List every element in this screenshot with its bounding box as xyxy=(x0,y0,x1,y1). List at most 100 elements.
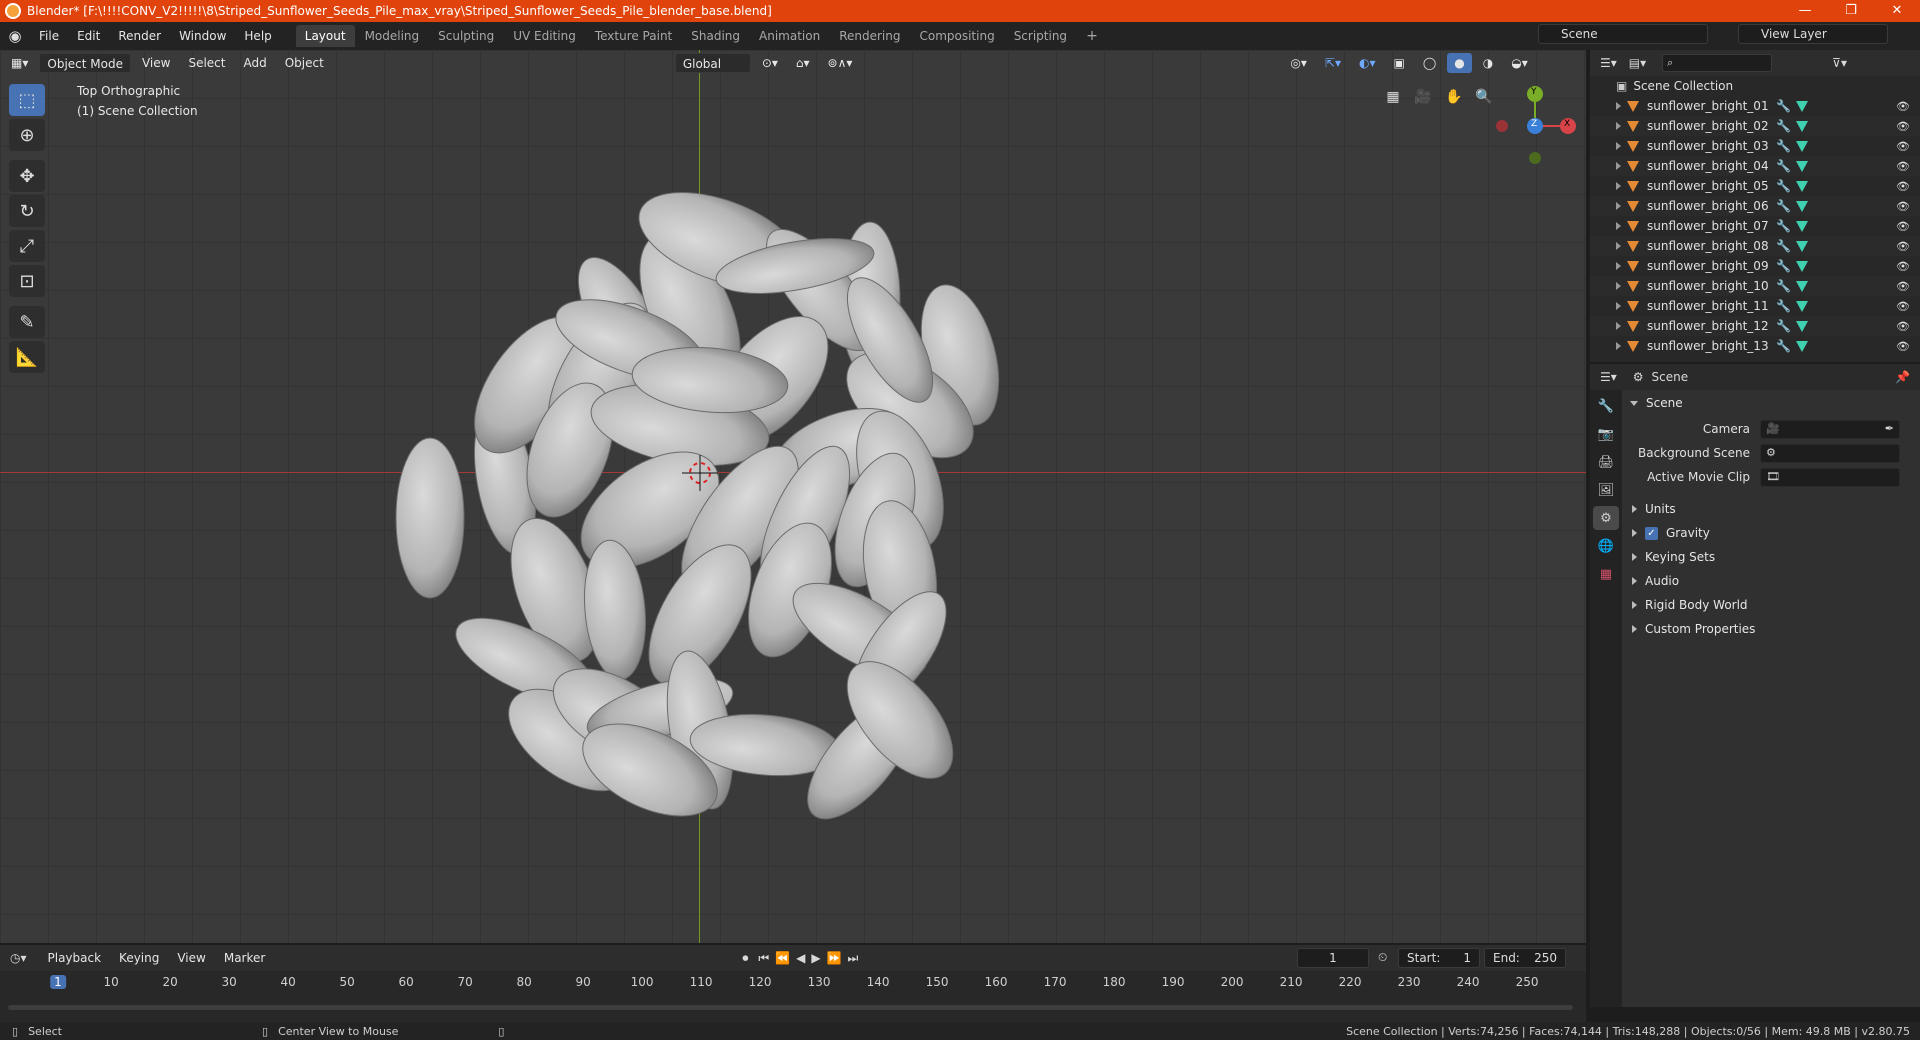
play-icon[interactable]: ▶ xyxy=(811,951,820,965)
close-button[interactable]: ✕ xyxy=(1874,0,1920,22)
overlays-icon[interactable]: ◐▾ xyxy=(1352,53,1383,73)
clock-icon[interactable]: ⏲ xyxy=(1378,950,1387,965)
tab-sculpting[interactable]: Sculpting xyxy=(429,25,503,47)
menu-render[interactable]: Render xyxy=(109,24,170,48)
jump-keyframe-back-icon[interactable]: ⏪ xyxy=(775,951,790,965)
modifier-icon[interactable]: 🔧 xyxy=(1776,159,1791,173)
world-tab-icon[interactable]: 🌐 xyxy=(1593,534,1619,558)
outliner-item[interactable]: sunflower_bright_12 🔧 👁 xyxy=(1590,316,1920,336)
tab-compositing[interactable]: Compositing xyxy=(910,25,1003,47)
outliner-item[interactable]: sunflower_bright_08 🔧 👁 xyxy=(1590,236,1920,256)
outliner-item[interactable]: sunflower_bright_02 🔧 👁 xyxy=(1590,116,1920,136)
keying-sets-panel-header[interactable]: Keying Sets xyxy=(1622,546,1920,568)
timeline-menu-keying[interactable]: Keying xyxy=(112,948,166,968)
viewport-menu-object[interactable]: Object xyxy=(278,53,331,73)
outliner-item[interactable]: sunflower_bright_01 🔧 👁 xyxy=(1590,96,1920,116)
shading-material-icon[interactable]: ◑ xyxy=(1476,53,1500,73)
mesh-data-icon[interactable] xyxy=(1796,280,1808,292)
mesh-data-icon[interactable] xyxy=(1796,140,1808,152)
modifier-icon[interactable]: 🔧 xyxy=(1776,339,1791,353)
current-frame-field[interactable]: 1 xyxy=(1297,948,1369,968)
active-movie-clip-field[interactable]: 🎞 xyxy=(1760,467,1900,487)
transform-icon[interactable]: ⊡ xyxy=(9,265,45,297)
transform-orientation-selector[interactable]: Global xyxy=(674,53,751,73)
start-frame-field[interactable]: Start: 1 xyxy=(1398,948,1480,968)
eye-icon[interactable]: 👁 xyxy=(1896,300,1910,313)
outliner-scene-collection[interactable]: ▣ Scene Collection xyxy=(1590,76,1920,96)
timeline-scrollbar[interactable] xyxy=(8,1005,1573,1010)
outliner-editor-icon[interactable]: ☰▾ xyxy=(1600,56,1617,70)
outliner-item[interactable]: sunflower_bright_06 🔧 👁 xyxy=(1590,196,1920,216)
outliner-search-input[interactable]: ⌕ xyxy=(1662,54,1773,72)
outliner-item[interactable]: sunflower_bright_11 🔧 👁 xyxy=(1590,296,1920,316)
mesh-data-icon[interactable] xyxy=(1796,100,1808,112)
gravity-checkbox[interactable]: ✓ xyxy=(1645,526,1658,540)
mesh-data-icon[interactable] xyxy=(1796,260,1808,272)
rotate-icon[interactable]: ↻ xyxy=(9,195,45,227)
mesh-data-icon[interactable] xyxy=(1796,320,1808,332)
modifier-icon[interactable]: 🔧 xyxy=(1776,139,1791,153)
outliner-item[interactable]: sunflower_bright_07 🔧 👁 xyxy=(1590,216,1920,236)
toggle-camera-grid-icon[interactable]: ▦ xyxy=(1380,84,1406,110)
output-tab-icon[interactable]: 🖨 xyxy=(1593,450,1619,474)
jump-keyframe-forward-icon[interactable]: ⏩ xyxy=(827,951,842,965)
eye-icon[interactable]: 👁 xyxy=(1896,120,1910,133)
maximize-button[interactable]: ❐ xyxy=(1828,0,1874,22)
outliner-item[interactable]: sunflower_bright_10 🔧 👁 xyxy=(1590,276,1920,296)
eye-icon[interactable]: 👁 xyxy=(1896,100,1910,113)
view-layer-selector[interactable]: View Layer xyxy=(1738,24,1888,44)
shading-wireframe-icon[interactable]: ◯ xyxy=(1416,53,1443,73)
pivot-point-icon[interactable]: ⊙▾ xyxy=(755,53,785,73)
mesh-data-icon[interactable] xyxy=(1796,340,1808,352)
filter-icon[interactable]: ⊽▾ xyxy=(1832,56,1847,70)
properties-editor-icon[interactable]: ☰▾ xyxy=(1600,370,1617,384)
shading-solid-icon[interactable]: ● xyxy=(1447,53,1472,73)
menu-file[interactable]: File xyxy=(30,24,68,48)
scene-tab-icon[interactable]: ⚙ xyxy=(1593,506,1619,530)
pin-icon[interactable]: 📌 xyxy=(1895,370,1910,384)
timeline-ruler[interactable]: 1 10 20 30 40 50 60 70 80 90 100 110 120 130 140 150 160… xyxy=(0,973,1586,993)
tool-settings-tab-icon[interactable]: 🔧 xyxy=(1593,394,1619,418)
timeline-menu-view[interactable]: View xyxy=(170,948,212,968)
viewport-menu-add[interactable]: Add xyxy=(236,53,273,73)
gizmo-toggle-icon[interactable]: ⇱▾ xyxy=(1318,53,1348,73)
modifier-icon[interactable]: 🔧 xyxy=(1776,299,1791,313)
timeline-menu-playback[interactable]: Playback xyxy=(41,948,109,968)
units-panel-header[interactable]: Units xyxy=(1622,498,1920,520)
outliner-item[interactable]: sunflower_bright_03 🔧 👁 xyxy=(1590,136,1920,156)
tab-shading[interactable]: Shading xyxy=(682,25,749,47)
record-icon[interactable]: ⏺ xyxy=(742,951,748,966)
eye-icon[interactable]: 👁 xyxy=(1896,140,1910,153)
visibility-icon[interactable]: ◎▾ xyxy=(1283,53,1314,73)
timeline-menu-marker[interactable]: Marker xyxy=(217,948,272,968)
3d-viewport[interactable]: ▦▾ Object Mode View Select Add Object Gl… xyxy=(0,50,1586,943)
eye-icon[interactable]: 👁 xyxy=(1896,240,1910,253)
tab-modeling[interactable]: Modeling xyxy=(356,25,429,47)
move-icon[interactable]: ✥ xyxy=(9,160,45,192)
mesh-data-icon[interactable] xyxy=(1796,240,1808,252)
editor-type-icon[interactable]: ▦▾ xyxy=(4,53,35,73)
eye-icon[interactable]: 👁 xyxy=(1896,220,1910,233)
tab-layout[interactable]: Layout xyxy=(295,25,355,47)
end-frame-field[interactable]: End: 250 xyxy=(1484,948,1566,968)
tab-texture-paint[interactable]: Texture Paint xyxy=(586,25,681,47)
shading-rendered-icon[interactable]: ◒▾ xyxy=(1504,53,1535,73)
modifier-icon[interactable]: 🔧 xyxy=(1776,119,1791,133)
eyedropper-icon[interactable]: ✒ xyxy=(1885,422,1894,435)
mesh-data-icon[interactable] xyxy=(1796,120,1808,132)
sunflower-seeds-pile[interactable] xyxy=(0,50,1586,943)
modifier-icon[interactable]: 🔧 xyxy=(1776,259,1791,273)
modifier-icon[interactable]: 🔧 xyxy=(1776,179,1791,193)
scene-selector[interactable]: Scene xyxy=(1538,24,1708,44)
eye-icon[interactable]: 👁 xyxy=(1896,340,1910,353)
tab-rendering[interactable]: Rendering xyxy=(830,25,909,47)
mesh-data-icon[interactable] xyxy=(1796,200,1808,212)
audio-panel-header[interactable]: Audio xyxy=(1622,570,1920,592)
rigid-body-world-panel-header[interactable]: Rigid Body World xyxy=(1622,594,1920,616)
viewport-menu-view[interactable]: View xyxy=(135,53,177,73)
add-workspace-icon[interactable]: + xyxy=(1077,25,1107,47)
scale-icon[interactable]: ⤢ xyxy=(9,230,45,262)
jump-start-icon[interactable]: ⏮ xyxy=(758,951,769,966)
outliner-item[interactable]: sunflower_bright_13 🔧 👁 xyxy=(1590,336,1920,356)
view-layer-tab-icon[interactable]: 🖼 xyxy=(1593,478,1619,502)
